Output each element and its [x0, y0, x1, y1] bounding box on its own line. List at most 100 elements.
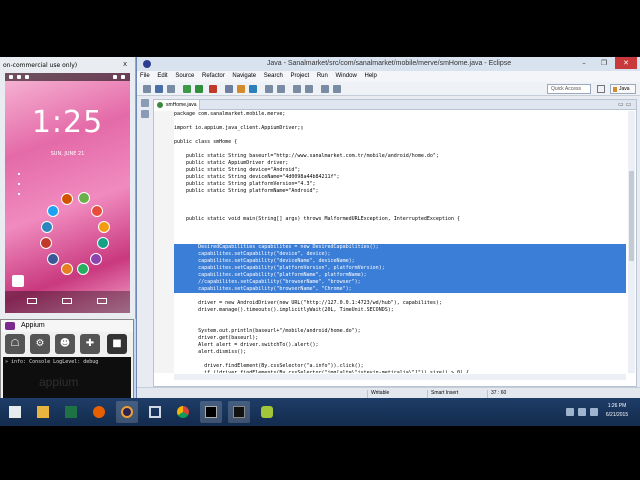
debug-icon[interactable] — [183, 85, 191, 93]
maximize-icon[interactable]: ❐ — [595, 57, 613, 69]
search-icon[interactable] — [277, 85, 285, 93]
close-icon[interactable]: ✕ — [615, 57, 637, 69]
menu-search[interactable]: Search — [261, 71, 286, 79]
code-line[interactable]: 44 Alert alert = driver.switchTo().alert… — [174, 342, 626, 349]
external-tools-icon[interactable] — [209, 85, 217, 93]
code-line[interactable]: 1package com.sanalmarket.mobile.merve; — [174, 111, 626, 118]
code-line[interactable]: 2 — [174, 118, 626, 125]
app-icon[interactable] — [61, 263, 73, 275]
code-line[interactable]: 21 public static String platformVersion=… — [174, 181, 626, 188]
maximize-editor-icon[interactable]: ▭ ▭ — [618, 101, 631, 108]
app-icon[interactable] — [61, 193, 73, 205]
android-app-icon[interactable] — [12, 275, 24, 287]
menu-file[interactable]: File — [137, 71, 153, 79]
person-icon[interactable]: ☻ — [55, 334, 75, 354]
back-icon[interactable] — [27, 298, 37, 304]
code-line[interactable]: 37 — [174, 293, 626, 300]
code-line[interactable]: 28 — [174, 230, 626, 237]
file-explorer-icon[interactable] — [32, 401, 54, 423]
show-hidden-icons-icon[interactable] — [566, 408, 574, 416]
code-line[interactable]: 43 driver.get(baseurl); — [174, 335, 626, 342]
menu-run[interactable]: Run — [314, 71, 331, 79]
linkedin-icon[interactable] — [41, 221, 53, 233]
code-line[interactable]: 26⊖ public static void main(String[] arg… — [174, 216, 626, 223]
open-perspective-icon[interactable] — [597, 85, 605, 93]
code-line[interactable]: 18 public static AppiumDriver driver; — [174, 160, 626, 167]
code-line[interactable]: 41 — [174, 321, 626, 328]
twitter-icon[interactable] — [47, 205, 59, 217]
code-line[interactable]: 23 — [174, 195, 626, 202]
firefox-icon[interactable] — [88, 401, 110, 423]
android-sdk-icon[interactable] — [256, 401, 278, 423]
save-all-icon[interactable] — [167, 85, 175, 93]
code-area[interactable]: 1package com.sanalmarket.mobile.merve;24… — [174, 111, 626, 373]
code-line[interactable]: 30 DesiredCapabilities capabilites = new… — [174, 244, 626, 251]
new-class-icon[interactable] — [249, 85, 257, 93]
annotation-icon[interactable] — [293, 85, 301, 93]
whatsapp-icon[interactable] — [77, 263, 89, 275]
cmd-icon[interactable] — [200, 401, 222, 423]
code-line[interactable]: 20 public static String deviceName="4d00… — [174, 174, 626, 181]
code-line[interactable] — [174, 132, 626, 139]
code-line[interactable]: 47 driver.findElement(By.cssSelector("a.… — [174, 363, 626, 370]
code-line[interactable]: 48 if (!driver.findElements(By.cssSelect… — [174, 370, 626, 373]
menu-project[interactable]: Project — [287, 71, 312, 79]
code-line[interactable]: 22 public static String platformName="An… — [174, 188, 626, 195]
code-line[interactable]: 35 //capabilites.setCapability("browserN… — [174, 279, 626, 286]
code-line[interactable]: 31 capabilites.setCapability("device", d… — [174, 251, 626, 258]
app-icon[interactable] — [98, 221, 110, 233]
code-line[interactable]: 16 — [174, 146, 626, 153]
menu-refactor[interactable]: Refactor — [199, 71, 228, 79]
code-line[interactable]: 36 capabilites.setCapability("browserNam… — [174, 286, 626, 293]
new-java-project-icon[interactable] — [225, 85, 233, 93]
quick-access-input[interactable]: Quick Access — [547, 84, 591, 94]
horizontal-scrollbar[interactable] — [174, 374, 626, 380]
vertical-scrollbar[interactable] — [628, 111, 635, 373]
menu-edit[interactable]: Edit — [154, 71, 170, 79]
network-icon[interactable] — [578, 408, 586, 416]
eclipse-icon[interactable] — [116, 401, 138, 423]
home-icon[interactable] — [62, 298, 72, 304]
code-line[interactable]: 34 capabilites.setCapability("platformNa… — [174, 272, 626, 279]
facebook-icon[interactable] — [47, 253, 59, 265]
run-icon[interactable] — [195, 85, 203, 93]
code-line[interactable]: 45 alert.dismiss(); — [174, 349, 626, 356]
stop-icon[interactable]: ■ — [107, 334, 127, 354]
windows-start-icon[interactable] — [4, 401, 26, 423]
code-line[interactable]: 42 System.out.println(baseurl+"/mobile/a… — [174, 328, 626, 335]
recent-apps-icon[interactable] — [97, 298, 107, 304]
clock[interactable]: 1:26 PM 6/21/2015 — [597, 402, 637, 420]
code-line[interactable]: 39 driver.manage().timeouts().implicitly… — [174, 307, 626, 314]
gear-icon[interactable]: ⚙ — [30, 334, 50, 354]
code-line[interactable]: 29 — [174, 237, 626, 244]
app-icon[interactable] — [40, 237, 52, 249]
code-line[interactable]: 33 capabilites.setCapability("platformVe… — [174, 265, 626, 272]
doctor-icon[interactable]: ✚ — [80, 334, 100, 354]
code-line[interactable]: 25 — [174, 209, 626, 216]
chrome-icon[interactable] — [172, 401, 194, 423]
excel-icon[interactable] — [60, 401, 82, 423]
app-icon[interactable] — [97, 237, 109, 249]
java-perspective-button[interactable]: Java — [610, 84, 636, 94]
app-icon[interactable] — [91, 205, 103, 217]
code-line[interactable]: 32 capabilites.setCapability("deviceName… — [174, 258, 626, 265]
close-icon[interactable]: x — [123, 60, 131, 68]
menu-navigate[interactable]: Navigate — [229, 71, 259, 79]
app-icon[interactable] — [90, 253, 102, 265]
terminal-icon[interactable] — [228, 401, 250, 423]
save-icon[interactable] — [155, 85, 163, 93]
code-line[interactable]: 40 — [174, 314, 626, 321]
code-line[interactable]: 46 — [174, 356, 626, 363]
pin-icon[interactable] — [305, 85, 313, 93]
code-line[interactable]: 17 public static String baseurl="http://… — [174, 153, 626, 160]
forward-icon[interactable] — [333, 85, 341, 93]
android-icon[interactable]: ☖ — [5, 334, 25, 354]
new-file-icon[interactable] — [143, 85, 151, 93]
back-icon[interactable] — [321, 85, 329, 93]
code-line[interactable]: 4⊕import io.appium.java_client.AppiumDri… — [174, 125, 626, 132]
editor-tab-smhome[interactable]: smHome.java — [154, 100, 200, 110]
package-explorer-icon[interactable] — [141, 110, 149, 118]
new-package-icon[interactable] — [237, 85, 245, 93]
menu-source[interactable]: Source — [172, 71, 197, 79]
code-line[interactable]: 15public class smHome { — [174, 139, 626, 146]
